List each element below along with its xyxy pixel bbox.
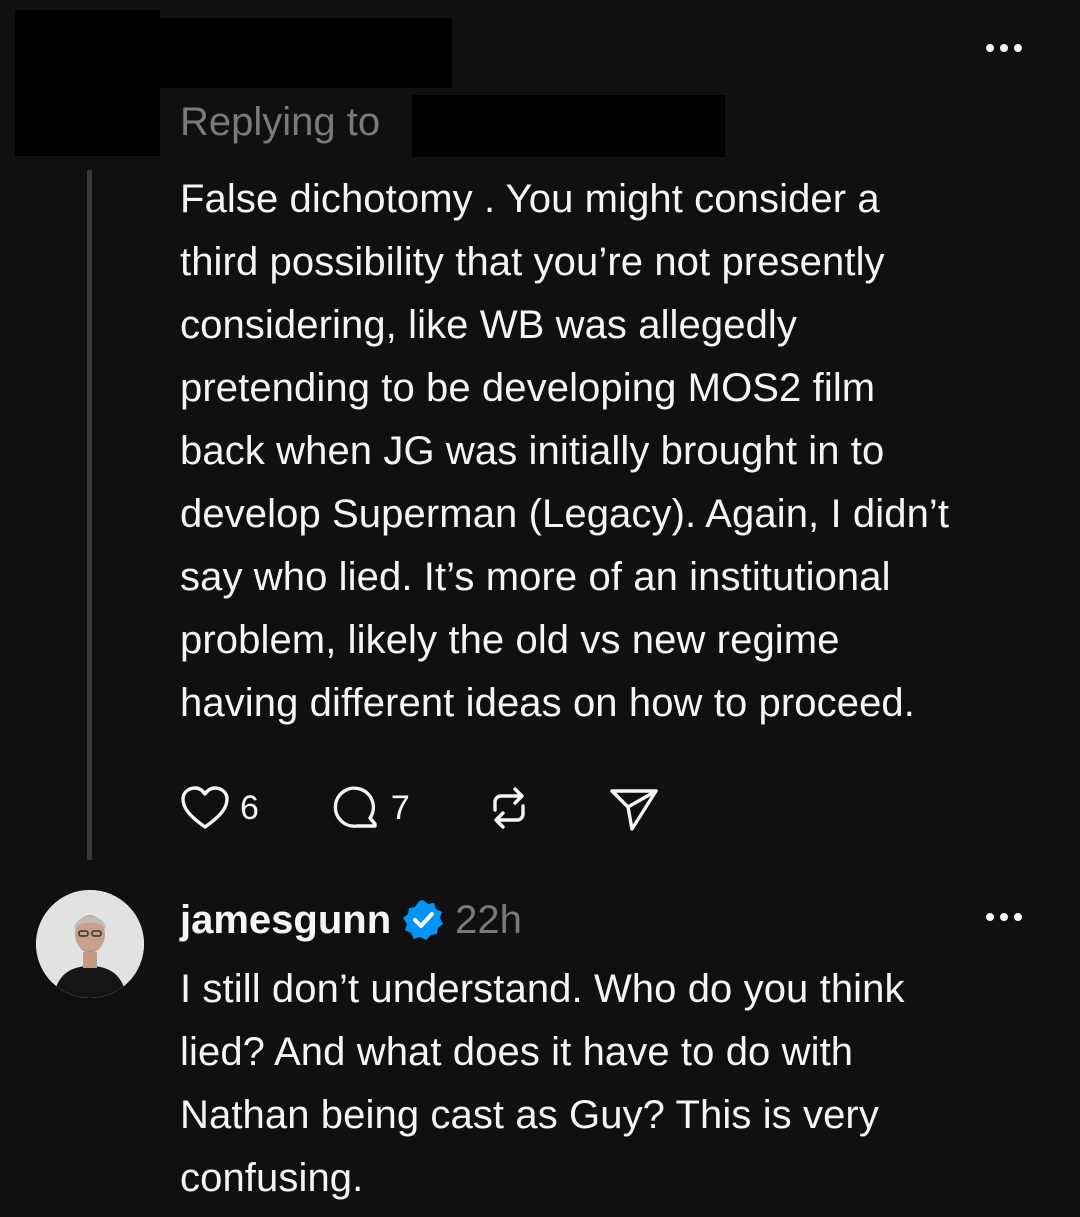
more-options-button[interactable]: [986, 44, 1022, 52]
post-text-line: I still don’t understand. Who do you thi…: [180, 967, 905, 1011]
post-text-line: third possibility that you’re not presen…: [180, 240, 885, 284]
profile-photo: [36, 890, 144, 998]
repost-button[interactable]: [484, 783, 534, 833]
replying-to-label: Replying to: [180, 100, 381, 144]
post-text-line: pretending to be developing MOS2 film: [180, 366, 876, 410]
username-link[interactable]: jamesgunn: [180, 898, 391, 943]
comment-icon: [333, 786, 377, 828]
post-text-line: lied? And what does it have to do with: [180, 1030, 854, 1074]
post-text-line: Nathan being cast as Guy? This is very: [180, 1093, 879, 1137]
post-text-line: develop Superman (Legacy). Again, I didn…: [180, 492, 950, 536]
avatar[interactable]: [36, 890, 144, 998]
like-count: 6: [240, 788, 259, 827]
reply-count: 7: [390, 788, 410, 827]
heart-icon: [181, 786, 229, 829]
post-text-line: False dichotomy . You might consider a: [180, 177, 880, 221]
repost-icon: [493, 787, 525, 829]
redacted-username: [150, 18, 452, 88]
reply-button[interactable]: 7: [333, 784, 410, 832]
redacted-reply-target: [412, 95, 725, 157]
post-text-line: back when JG was initially brought in to: [180, 429, 885, 473]
post-timestamp[interactable]: 22h: [455, 898, 522, 943]
reply-author-row: jamesgunn 22h: [180, 892, 522, 948]
thread-line: [87, 170, 92, 860]
post-text-line: having different ideas on how to proceed…: [180, 681, 915, 725]
more-icon: [986, 44, 994, 52]
redacted-avatar: [15, 10, 160, 156]
more-icon: [986, 913, 994, 921]
more-options-button[interactable]: [986, 913, 1022, 921]
post-action-bar: 6 7: [180, 782, 660, 834]
like-button[interactable]: 6: [180, 785, 259, 831]
post-text-line: confusing.: [180, 1156, 364, 1200]
post-text-line: considering, like WB was allegedly: [180, 303, 798, 347]
verified-badge-icon: [403, 900, 444, 940]
share-button[interactable]: [608, 783, 660, 833]
post-text-line: say who lied. It’s more of an institutio…: [180, 555, 891, 599]
post-text-line: problem, likely the old vs new regime: [180, 618, 840, 662]
send-icon: [610, 789, 658, 831]
